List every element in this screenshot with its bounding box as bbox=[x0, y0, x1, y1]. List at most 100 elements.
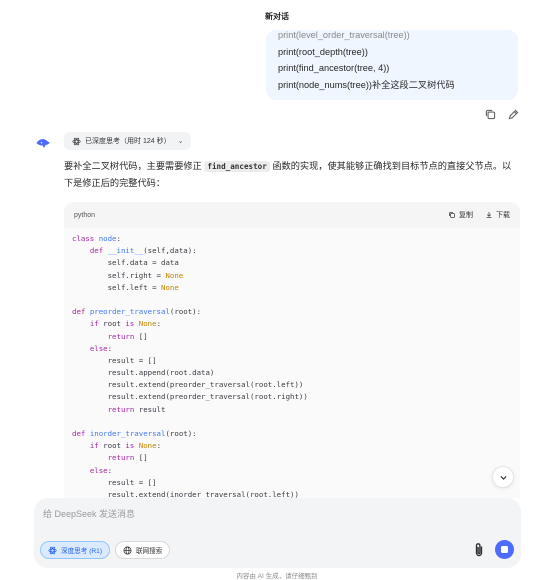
ai-disclaimer: 内容由 AI 生成，请仔细甄别 bbox=[236, 573, 318, 580]
globe-icon bbox=[123, 546, 132, 554]
code-line: result.extend(inorder_traversal(root.lef… bbox=[72, 489, 512, 498]
inline-code: find_ancestor bbox=[204, 161, 270, 172]
code-token: None bbox=[138, 441, 157, 451]
user-message-actions bbox=[484, 108, 520, 121]
code-line: else: bbox=[72, 343, 512, 355]
message-input[interactable] bbox=[43, 506, 463, 522]
user-message-line: print(find_ancestor(tree, 4)) bbox=[278, 63, 390, 73]
code-token: : bbox=[156, 319, 162, 329]
user-message-bubble: print(level_order_traversal(tree)) print… bbox=[266, 30, 518, 100]
chevron-down-icon bbox=[499, 475, 507, 480]
code-token: [] bbox=[134, 331, 148, 341]
conversation-title: 新对话 bbox=[265, 12, 289, 21]
code-line: def inorder_traversal(root): bbox=[72, 428, 512, 440]
user-message-line: print(node_nums(tree))补全这段二叉树代码 bbox=[278, 79, 455, 90]
atom-icon bbox=[48, 546, 57, 554]
code-token: def bbox=[72, 307, 86, 317]
code-token: __init__ bbox=[107, 246, 144, 256]
chat-scroll-area[interactable]: print(level_order_traversal(tree)) print… bbox=[0, 30, 554, 498]
code-token: result.extend(preorder_traversal(root.ri… bbox=[72, 392, 308, 402]
code-token: inorder_traversal bbox=[89, 429, 166, 438]
user-message-line: print(root_depth(tree)) bbox=[278, 46, 368, 57]
web-search-toggle[interactable]: 联网搜索 bbox=[115, 541, 171, 559]
deep-think-status-label: 已深度思考（用时 124 秒） bbox=[85, 138, 171, 145]
code-token: self.left = bbox=[72, 282, 161, 292]
code-token: if bbox=[89, 319, 99, 329]
code-line: self.data = data bbox=[72, 257, 512, 269]
code-line: if root is None: bbox=[72, 318, 512, 330]
code-token: return bbox=[107, 453, 135, 463]
code-token: : bbox=[107, 343, 113, 353]
copy-code-button[interactable]: 复制 bbox=[448, 210, 473, 220]
code-block: python 复制 下载 class node: def __init__(se… bbox=[64, 202, 520, 498]
code-token: result bbox=[134, 404, 166, 414]
code-token: def bbox=[72, 429, 86, 438]
code-token: None bbox=[138, 319, 157, 329]
code-token: def bbox=[89, 246, 104, 256]
code-line: def __init__(self,data): bbox=[72, 245, 512, 257]
code-token: preorder_traversal bbox=[89, 307, 170, 317]
answer-text-part: 要补全二叉树代码，主要需要修正 bbox=[64, 161, 205, 171]
code-line: result.extend(preorder_traversal(root.ri… bbox=[72, 391, 512, 403]
code-token: result.append(root.data) bbox=[72, 368, 215, 378]
code-line: return result bbox=[72, 404, 512, 416]
code-token: if bbox=[89, 441, 99, 451]
code-token: result = [] bbox=[72, 355, 157, 365]
code-token: : bbox=[156, 441, 162, 451]
code-line: return [] bbox=[72, 331, 512, 343]
stop-generation-button[interactable] bbox=[495, 540, 514, 559]
code-line: if root is None: bbox=[72, 440, 512, 452]
code-line: result = [] bbox=[72, 477, 512, 489]
chevron-down-icon: ⌄ bbox=[177, 138, 184, 145]
code-line: class node: bbox=[72, 233, 512, 245]
download-icon bbox=[486, 212, 492, 218]
web-search-label: 联网搜索 bbox=[136, 548, 163, 555]
code-token: result.extend(inorder_traversal(root.lef… bbox=[72, 489, 299, 498]
code-token: is bbox=[125, 441, 135, 451]
assistant-answer-text: 要补全二叉树代码，主要需要修正 find_ancestor 函数的实现，使其能够… bbox=[64, 158, 520, 192]
code-line: def preorder_traversal(root): bbox=[72, 306, 512, 318]
copy-icon[interactable] bbox=[484, 108, 497, 121]
code-token: return bbox=[107, 404, 135, 414]
code-line: return [] bbox=[72, 452, 512, 464]
deep-think-toggle[interactable]: 深度思考 (R1) bbox=[40, 541, 111, 559]
code-token: (self,data): bbox=[143, 246, 197, 256]
deep-think-label: 深度思考 (R1) bbox=[61, 548, 103, 555]
edit-icon[interactable] bbox=[507, 108, 520, 121]
code-language-label: python bbox=[74, 211, 96, 219]
code-token: (root): bbox=[165, 429, 197, 438]
code-token: else bbox=[89, 465, 108, 475]
paperclip-icon[interactable] bbox=[472, 542, 486, 558]
code-line: result.append(root.data) bbox=[72, 367, 512, 379]
message-composer: 深度思考 (R1) 联网搜索 bbox=[34, 498, 521, 568]
code-token: None bbox=[161, 282, 179, 292]
copy-icon bbox=[449, 212, 455, 218]
code-line: self.left = None bbox=[72, 282, 512, 294]
atom-icon bbox=[72, 137, 81, 145]
stop-icon bbox=[501, 546, 508, 553]
code-token: root bbox=[98, 319, 126, 329]
deep-think-status-chip[interactable]: 已深度思考（用时 124 秒） ⌄ bbox=[64, 132, 192, 150]
code-block-header: python 复制 下载 bbox=[64, 202, 520, 228]
code-token: self.data = data bbox=[72, 258, 179, 268]
code-token: node bbox=[98, 234, 117, 243]
download-code-button[interactable]: 下载 bbox=[485, 210, 510, 220]
top-bar: 新对话 bbox=[0, 0, 554, 30]
copy-code-label: 复制 bbox=[459, 212, 473, 219]
code-content: class node: def __init__(self,data): sel… bbox=[64, 228, 520, 498]
user-message-line: print(level_order_traversal(tree)) bbox=[278, 30, 410, 40]
code-token: result.extend(preorder_traversal(root.le… bbox=[72, 380, 304, 390]
code-line: result.extend(preorder_traversal(root.le… bbox=[72, 379, 512, 391]
scroll-to-bottom-button[interactable] bbox=[492, 466, 514, 488]
code-token: [] bbox=[134, 453, 148, 463]
code-line: result = [] bbox=[72, 355, 512, 367]
deepseek-whale-icon bbox=[36, 139, 50, 149]
